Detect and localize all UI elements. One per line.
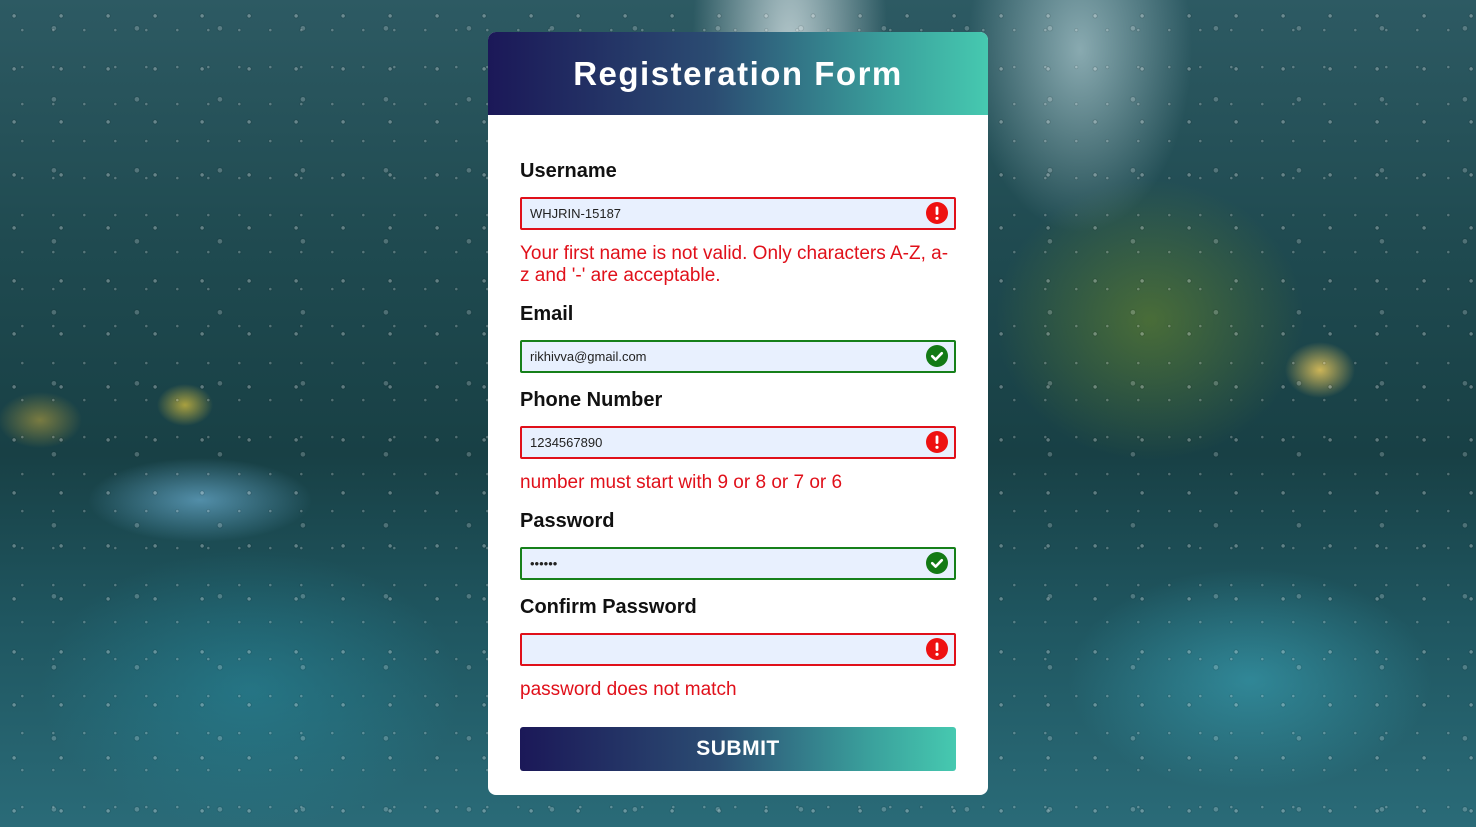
- username-label: Username: [520, 160, 617, 182]
- confirm-password-label: Confirm Password: [520, 596, 697, 618]
- phone-label: Phone Number: [520, 389, 663, 411]
- confirm-password-error-message: password does not match: [520, 679, 737, 700]
- submit-button[interactable]: SUBMIT: [520, 727, 956, 771]
- exclamation-circle-icon: [926, 638, 948, 660]
- confirm-password-field-group: Confirm Password password does not match: [520, 596, 956, 701]
- password-label: Password: [520, 510, 615, 532]
- username-input[interactable]: [520, 197, 956, 230]
- email-input[interactable]: [520, 340, 956, 373]
- phone-error-message: number must start with 9 or 8 or 7 or 6: [520, 472, 843, 493]
- password-input[interactable]: [520, 547, 956, 580]
- email-field-group: Email: [520, 303, 956, 373]
- username-field-group: Username Your first name is not valid. O…: [520, 160, 956, 287]
- email-label: Email: [520, 303, 574, 325]
- username-input-wrap: [520, 197, 956, 230]
- phone-field-group: Phone Number number must start with 9 or…: [520, 389, 956, 494]
- username-error-message: Your first name is not valid. Only chara…: [520, 243, 949, 286]
- email-input-wrap: [520, 340, 956, 373]
- confirm-password-input[interactable]: [520, 633, 956, 666]
- password-field-group: Password: [520, 510, 956, 580]
- exclamation-circle-icon: [926, 431, 948, 453]
- check-circle-icon: [926, 345, 948, 367]
- password-input-wrap: [520, 547, 956, 580]
- phone-input-wrap: [520, 426, 956, 459]
- card-header: Registeration Form: [488, 32, 988, 115]
- confirm-password-input-wrap: [520, 633, 956, 666]
- exclamation-circle-icon: [926, 202, 948, 224]
- phone-input[interactable]: [520, 426, 956, 459]
- registration-card: Registeration Form Username Your first n…: [488, 32, 988, 795]
- check-circle-icon: [926, 552, 948, 574]
- form-title: Registeration Form: [573, 54, 903, 92]
- registration-form: Username Your first name is not valid. O…: [488, 115, 988, 771]
